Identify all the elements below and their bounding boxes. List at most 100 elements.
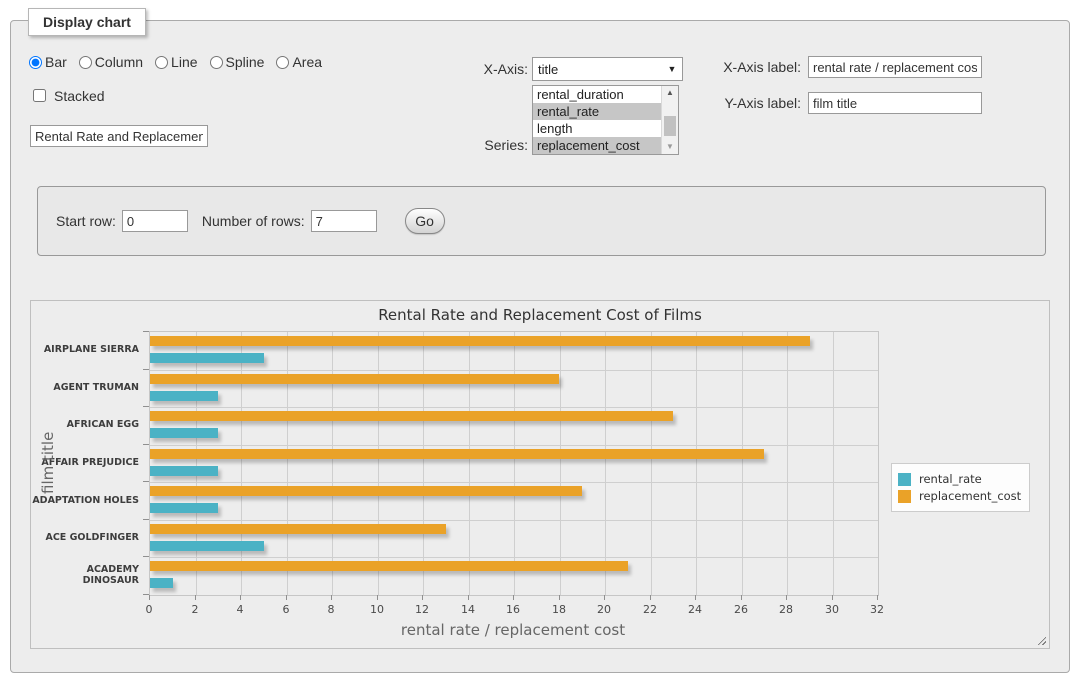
tick-mark (331, 595, 332, 600)
tick-mark (143, 556, 149, 557)
gridline (196, 332, 197, 595)
bar-rental_rate (150, 541, 264, 551)
tick-label: 32 (870, 603, 884, 616)
gridline (423, 332, 424, 595)
series-listbox[interactable]: rental_durationrental_ratelengthreplacem… (532, 85, 679, 155)
go-button[interactable]: Go (405, 208, 445, 234)
radio-spline-label[interactable]: Spline (226, 54, 265, 70)
tick-mark (422, 595, 423, 600)
bar-rental_rate (150, 466, 218, 476)
series-option-replacement_cost[interactable]: replacement_cost (533, 137, 661, 154)
start-row-input[interactable] (122, 210, 188, 232)
tick-label: 28 (779, 603, 793, 616)
radio-column-label[interactable]: Column (95, 54, 143, 70)
series-option-rental_rate[interactable]: rental_rate (533, 103, 661, 120)
tick-mark (149, 595, 150, 600)
tick-mark (786, 595, 787, 600)
resize-handle-icon[interactable] (1035, 634, 1046, 645)
y-axis-label-input[interactable] (808, 92, 982, 114)
chart-title-input[interactable] (30, 125, 208, 147)
gridline (241, 332, 242, 595)
tick-mark (695, 595, 696, 600)
page: Display chart Bar Column Line Spline Are… (0, 0, 1081, 681)
tick-mark (377, 595, 378, 600)
gridline (150, 370, 878, 371)
tick-mark (195, 595, 196, 600)
tick-label: 6 (283, 603, 290, 616)
chart-container: Rental Rate and Replacement Cost of Film… (30, 300, 1050, 649)
gridline (605, 332, 606, 595)
gridline (150, 445, 878, 446)
bar-rental_rate (150, 503, 218, 513)
tick-label: 18 (552, 603, 566, 616)
stacked-label[interactable]: Stacked (54, 88, 105, 104)
y-axis-label-label: Y-Axis label: (671, 92, 801, 114)
legend-label: replacement_cost (919, 489, 1021, 503)
tick-mark (143, 331, 149, 332)
scrollbar-thumb[interactable] (664, 116, 676, 136)
bar-replacement_cost (150, 486, 582, 496)
series-option-rental_duration[interactable]: rental_duration (533, 86, 661, 103)
tick-mark (286, 595, 287, 600)
radio-column[interactable] (79, 56, 92, 69)
x-axis-title: rental rate / replacement cost (149, 621, 877, 639)
gridline (378, 332, 379, 595)
chart-type-radio-group: Bar Column Line Spline Area (29, 54, 334, 70)
bar-rental_rate (150, 428, 218, 438)
tick-mark (143, 369, 149, 370)
x-axis-label-label: X-Axis label: (671, 56, 801, 78)
gridline (651, 332, 652, 595)
radio-area[interactable] (276, 56, 289, 69)
bar-replacement_cost (150, 449, 764, 459)
chart-title: Rental Rate and Replacement Cost of Film… (31, 306, 1049, 324)
gridline (150, 482, 878, 483)
tick-mark (604, 595, 605, 600)
stacked-checkbox[interactable] (33, 89, 46, 102)
num-rows-input[interactable] (311, 210, 377, 232)
bar-replacement_cost (150, 411, 673, 421)
bar-rental_rate (150, 578, 173, 588)
fieldset-legend: Display chart (28, 8, 146, 36)
num-rows-label: Number of rows: (202, 213, 305, 229)
tick-label: 30 (825, 603, 839, 616)
legend-row: replacement_cost (898, 489, 1021, 503)
x-axis-label-input[interactable] (808, 56, 982, 78)
tick-mark (741, 595, 742, 600)
y-axis-ticks (143, 331, 149, 595)
tick-mark (650, 595, 651, 600)
gridline (287, 332, 288, 595)
chart-legend: rental_rate replacement_cost (891, 463, 1030, 512)
x-axis-tick-labels: 02468101214161820222426283032 (149, 603, 878, 617)
tick-label: 4 (237, 603, 244, 616)
gridline (150, 557, 878, 558)
tick-mark (513, 595, 514, 600)
radio-bar-label[interactable]: Bar (45, 54, 67, 70)
tick-label: 2 (192, 603, 199, 616)
radio-line-label[interactable]: Line (171, 54, 197, 70)
x-axis-select-label: X-Axis: (431, 57, 528, 81)
legend-label: rental_rate (919, 472, 982, 486)
legend-swatch (898, 473, 911, 486)
tick-mark (143, 444, 149, 445)
gridline (560, 332, 561, 595)
stacked-row: Stacked (29, 86, 105, 105)
tick-mark (877, 595, 878, 600)
tick-label: 12 (415, 603, 429, 616)
series-option-length[interactable]: length (533, 120, 661, 137)
x-axis-select-value: title (533, 62, 662, 77)
y-axis-title: film title (39, 331, 57, 594)
series-options: rental_durationrental_ratelengthreplacem… (533, 86, 661, 154)
bar-replacement_cost (150, 524, 446, 534)
x-axis-select[interactable]: title ▼ (532, 57, 683, 81)
radio-bar[interactable] (29, 56, 42, 69)
tick-label: 14 (461, 603, 475, 616)
radio-line[interactable] (155, 56, 168, 69)
tick-label: 22 (643, 603, 657, 616)
bar-replacement_cost (150, 374, 559, 384)
gridline (742, 332, 743, 595)
rows-panel: Start row: Number of rows: Go (37, 186, 1046, 256)
radio-spline[interactable] (210, 56, 223, 69)
gridline (833, 332, 834, 595)
scroll-down-icon[interactable]: ▼ (662, 140, 678, 154)
radio-area-label[interactable]: Area (292, 54, 322, 70)
